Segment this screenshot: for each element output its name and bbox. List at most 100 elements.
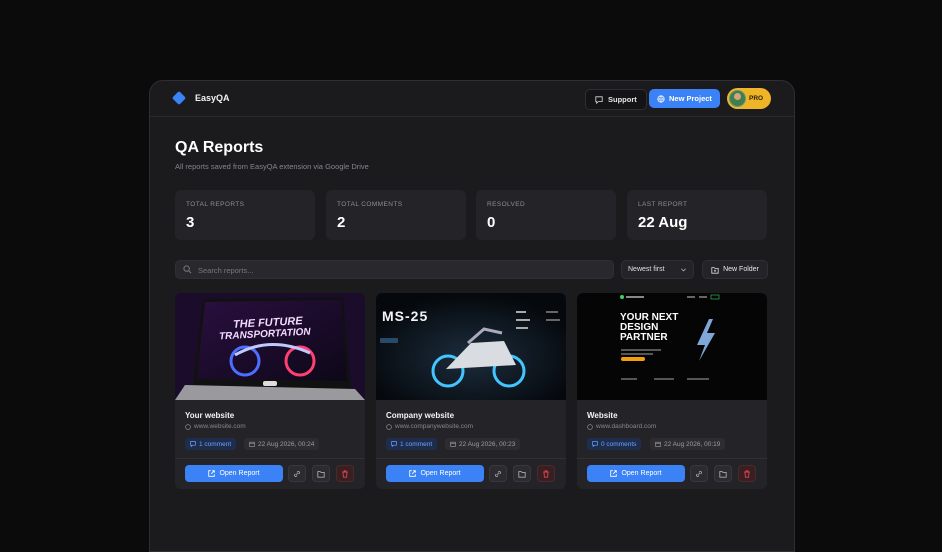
globe-icon: [587, 423, 593, 430]
move-to-folder-button[interactable]: [513, 465, 531, 482]
report-thumbnail[interactable]: YOUR NEXT DESIGN PARTNER: [577, 293, 767, 400]
app-name: EasyQA: [195, 93, 230, 103]
move-to-folder-button[interactable]: [714, 465, 732, 482]
stat-value: 22 Aug: [638, 214, 688, 231]
delete-button[interactable]: [738, 465, 756, 482]
avatar: [729, 90, 746, 107]
move-to-folder-button[interactable]: [312, 465, 330, 482]
folder-plus-icon: [711, 266, 719, 274]
link-icon: [495, 470, 501, 477]
logo-icon: [171, 90, 187, 106]
card-url-text: www.dashboard.com: [596, 423, 657, 430]
page-title: QA Reports: [175, 139, 264, 156]
globe-icon: [386, 423, 392, 430]
stat-label: Total Comments: [337, 201, 403, 208]
comment-count: 0 comments: [601, 440, 637, 448]
copy-link-button[interactable]: [288, 465, 306, 482]
copy-link-button[interactable]: [489, 465, 507, 482]
external-link-icon: [409, 470, 417, 477]
date-badge: 22 Aug 2026, 00:23: [445, 438, 521, 450]
date-badge: 22 Aug 2026, 00:24: [244, 438, 320, 450]
stat-total-reports: Total Reports 3: [175, 190, 315, 240]
open-report-label: Open Report: [621, 470, 662, 477]
open-report-button[interactable]: Open Report: [587, 465, 685, 482]
date-badge: 22 Aug 2026, 00:19: [650, 438, 726, 450]
support-button[interactable]: Support: [585, 89, 647, 110]
link-icon: [696, 470, 702, 477]
card-url: www.companywebsite.com: [386, 423, 473, 430]
chat-icon: [595, 95, 603, 104]
comment-count-badge: 1 comment: [185, 438, 237, 450]
trash-icon: [342, 469, 348, 478]
open-report-label: Open Report: [219, 470, 260, 477]
calendar-icon: [450, 441, 456, 447]
globe-icon: [185, 423, 191, 430]
calendar-icon: [655, 441, 661, 447]
thumbnail-headline-3: PARTNER: [620, 332, 668, 343]
globe-icon: [657, 94, 665, 103]
card-url-text: www.companywebsite.com: [395, 423, 474, 430]
report-card: YOUR NEXT DESIGN PARTNER Website www.das…: [577, 293, 767, 489]
new-folder-label: New Folder: [723, 266, 759, 273]
page-subtitle: All reports saved from EasyQA extension …: [175, 162, 369, 171]
report-thumbnail[interactable]: MS-25: [376, 293, 566, 400]
search-input[interactable]: [196, 265, 600, 276]
report-date: 22 Aug 2026, 00:23: [459, 440, 516, 448]
divider: [577, 458, 767, 459]
pro-account-button[interactable]: PRO: [727, 88, 771, 109]
link-icon: [294, 470, 300, 477]
stat-value: 0: [487, 214, 496, 231]
pro-label: PRO: [749, 95, 764, 102]
card-title: Your website: [185, 411, 235, 420]
search-icon: [183, 265, 192, 274]
open-report-label: Open Report: [420, 470, 461, 477]
chat-icon: [190, 441, 196, 447]
report-date: 22 Aug 2026, 00:24: [258, 440, 315, 448]
chat-icon: [391, 441, 397, 447]
comment-count-badge: 1 comment: [386, 438, 438, 450]
folder-icon: [317, 470, 325, 478]
stat-label: Last Report: [638, 201, 688, 208]
trash-icon: [543, 469, 549, 478]
support-label: Support: [608, 95, 637, 104]
comment-count: 1 comment: [199, 440, 232, 448]
delete-button[interactable]: [537, 465, 555, 482]
divider: [175, 458, 365, 459]
comment-count: 1 comment: [400, 440, 433, 448]
card-title: Company website: [386, 411, 455, 420]
sort-select[interactable]: Newest first: [621, 260, 694, 279]
stat-resolved: Resolved 0: [476, 190, 616, 240]
report-thumbnail[interactable]: THE FUTURE TRANSPORTATION: [175, 293, 365, 400]
card-url-text: www.website.com: [194, 423, 246, 430]
open-report-button[interactable]: Open Report: [386, 465, 484, 482]
report-date: 22 Aug 2026, 00:19: [664, 440, 721, 448]
stat-total-comments: Total Comments 2: [326, 190, 466, 240]
folder-icon: [518, 470, 526, 478]
app-window: EasyQA Support New Project PRO QA Report…: [149, 80, 795, 552]
sort-value: Newest first: [628, 266, 665, 273]
stat-value: 2: [337, 214, 346, 231]
open-report-button[interactable]: Open Report: [185, 465, 283, 482]
new-project-button[interactable]: New Project: [649, 89, 720, 108]
report-card: THE FUTURE TRANSPORTATION Your website w…: [175, 293, 365, 489]
new-project-label: New Project: [669, 94, 712, 103]
stat-label: Total Reports: [186, 201, 245, 208]
trash-icon: [744, 469, 750, 478]
stat-label: Resolved: [487, 201, 526, 208]
divider: [376, 458, 566, 459]
thumbnail-headline: MS-25: [382, 308, 429, 324]
comment-count-badge: 0 comments: [587, 438, 642, 450]
calendar-icon: [249, 441, 255, 447]
stat-value: 3: [186, 214, 195, 231]
external-link-icon: [208, 470, 216, 477]
delete-button[interactable]: [336, 465, 354, 482]
new-folder-button[interactable]: New Folder: [702, 260, 768, 279]
chat-icon: [592, 441, 598, 447]
search-box: [175, 260, 614, 279]
card-title: Website: [587, 411, 618, 420]
stat-last-report: Last Report 22 Aug: [627, 190, 767, 240]
copy-link-button[interactable]: [690, 465, 708, 482]
folder-icon: [719, 470, 727, 478]
chevron-down-icon: [681, 268, 686, 272]
top-bar: EasyQA Support New Project PRO: [150, 81, 794, 117]
